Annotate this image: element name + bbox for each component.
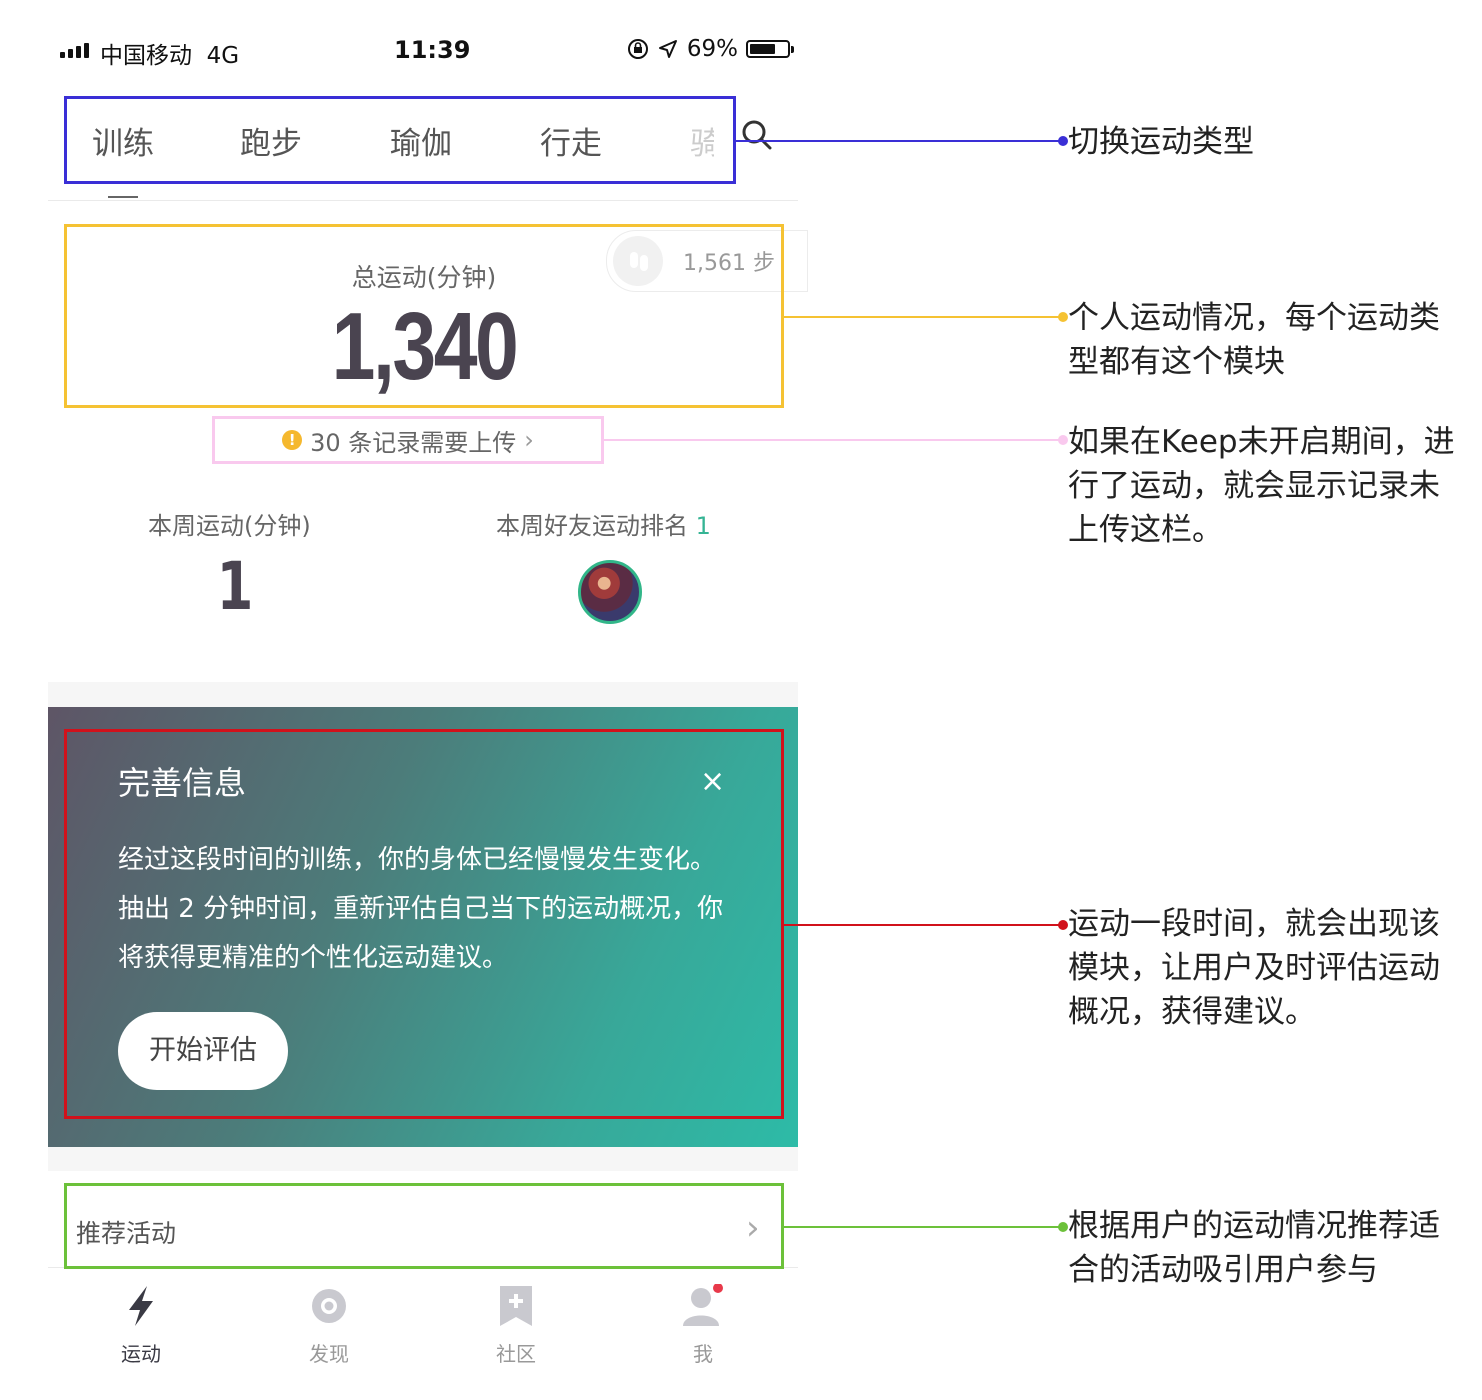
- annotation-line-assessment: [784, 924, 1062, 926]
- annotation-dot-upload: [1058, 435, 1068, 445]
- lightning-icon: [129, 1286, 153, 1326]
- tabbar-label: 我: [693, 1342, 713, 1366]
- friend-rank-label[interactable]: 本周好友运动排名 1: [496, 506, 711, 541]
- status-bar: 中国移动 4G 11:39 69%: [60, 34, 794, 70]
- annotation-line-recommend: [784, 1226, 1062, 1228]
- annotation-text-assessment: 运动一段时间，就会出现该模块，让用户及时评估运动概况，获得建议。: [1068, 906, 1440, 1030]
- annotation-text-upload: 如果在Keep未开启期间，进行了运动，就会显示记录未上传这栏。: [1068, 424, 1455, 548]
- annotation-text-recommend: 根据用户的运动情况推荐适合的活动吸引用户参与: [1068, 1208, 1440, 1288]
- friend-avatar[interactable]: [578, 560, 642, 624]
- section-gap-2: [48, 1147, 798, 1171]
- tabbar-label: 社区: [496, 1342, 536, 1366]
- annotation-dot-assessment: [1058, 920, 1068, 930]
- search-icon[interactable]: [740, 118, 774, 152]
- annotation-line-stats: [784, 316, 1062, 318]
- annotation-box-stats: [64, 224, 784, 408]
- user-icon: [683, 1284, 723, 1326]
- annotation-box-recommend: [64, 1183, 784, 1269]
- status-right: 69%: [627, 36, 794, 62]
- active-tab-indicator: [108, 196, 138, 198]
- carrier-label: 中国移动 4G: [100, 43, 240, 69]
- annotation-box-upload: [212, 416, 604, 464]
- tabbar-label: 发现: [309, 1342, 349, 1366]
- section-gap: [48, 682, 798, 707]
- tabbar-label: 运动: [121, 1342, 161, 1366]
- location-arrow-icon: [658, 40, 677, 58]
- tabs-divider: [48, 200, 798, 201]
- annotation-line-tabs: [736, 140, 1062, 142]
- friend-rank-value: 1: [695, 512, 711, 540]
- annotation-text-tabs: 切换运动类型: [1068, 124, 1254, 160]
- annotation-box-tabs: [64, 96, 736, 184]
- rotation-lock-icon: [627, 39, 648, 59]
- annotation-text-stats: 个人运动情况，每个运动类型都有这个模块: [1068, 300, 1440, 380]
- bookmark-plus-icon: [500, 1286, 532, 1326]
- battery-icon: [746, 40, 794, 58]
- annotation-dot-stats: [1058, 312, 1068, 322]
- annotation-dot-tabs: [1058, 136, 1068, 146]
- week-exercise-label: 本周运动(分钟): [148, 512, 311, 540]
- clock: 11:39: [394, 36, 471, 64]
- battery-percent: 69%: [686, 36, 738, 62]
- signal-icon: [60, 43, 89, 58]
- annotation-line-upload: [604, 439, 1062, 441]
- annotation-dot-recommend: [1058, 1222, 1068, 1232]
- discover-icon: [312, 1289, 346, 1323]
- annotation-box-assessment: [64, 729, 784, 1119]
- week-exercise-value: 1: [216, 548, 254, 625]
